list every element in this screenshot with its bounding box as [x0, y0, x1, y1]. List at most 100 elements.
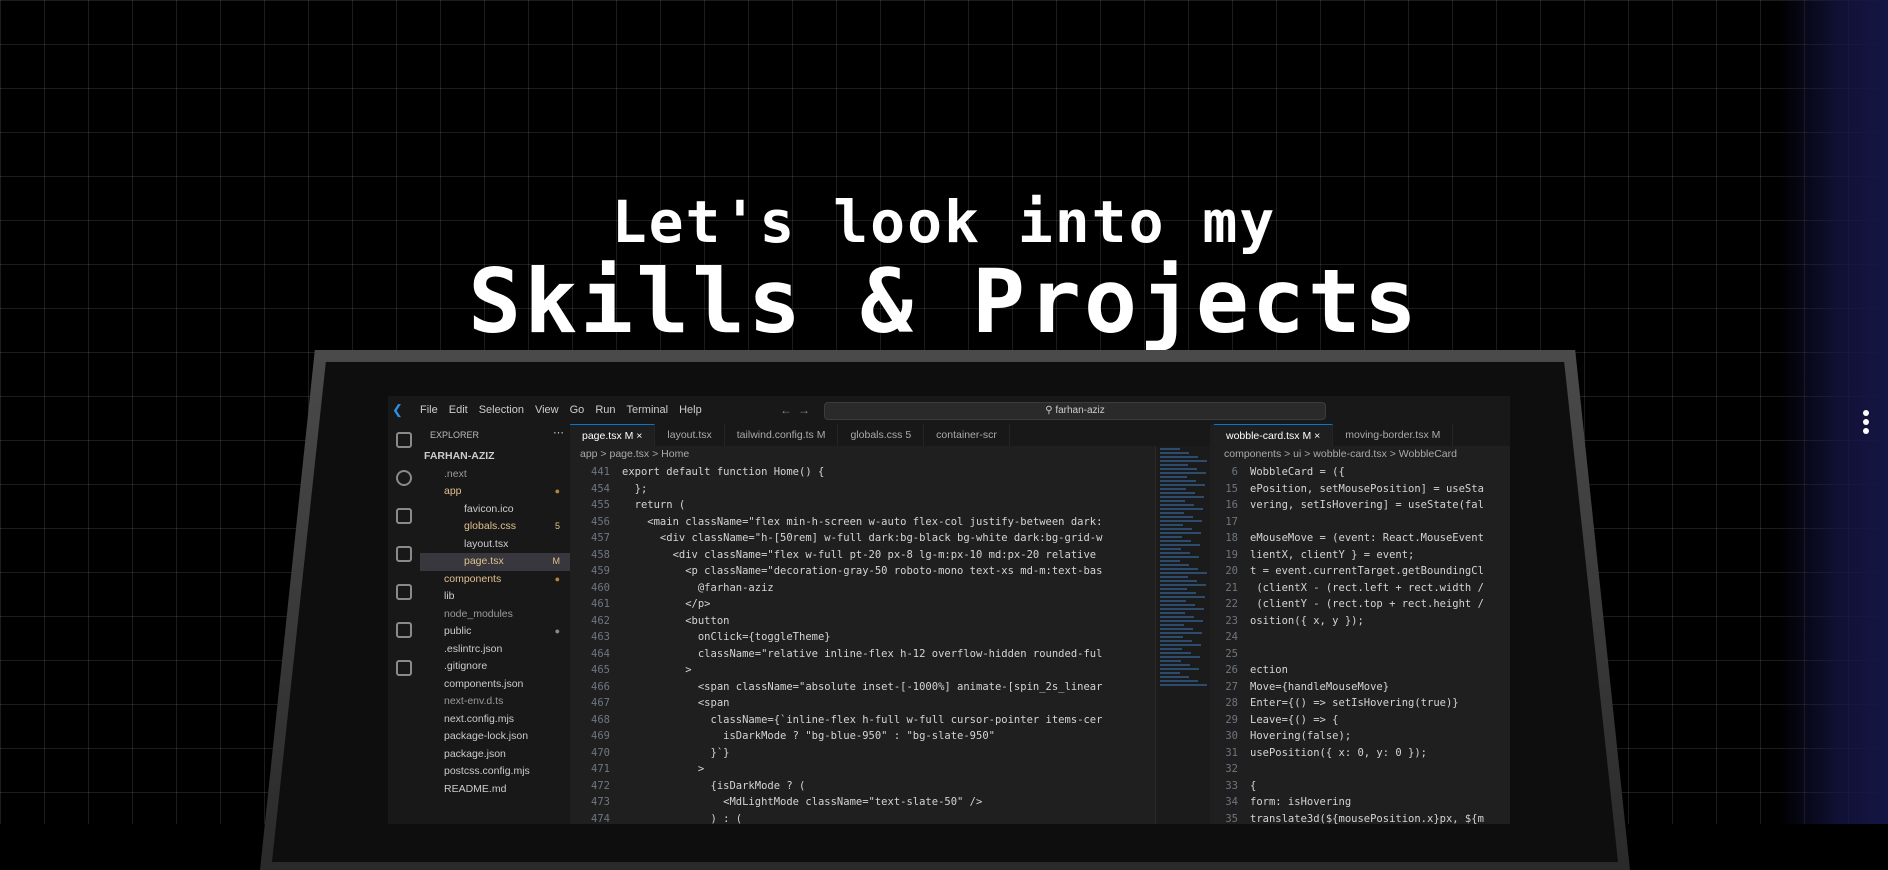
tree-item-label: .next: [444, 467, 467, 480]
line-number: 471: [591, 763, 610, 775]
minimap-line: [1160, 536, 1182, 538]
line-number: 29: [1225, 713, 1238, 726]
code-text: t = event.currentTarget.getBoundingCl: [1250, 565, 1484, 577]
menu-item[interactable]: Edit: [449, 404, 468, 416]
chat-icon[interactable]: [396, 660, 412, 676]
code-text: <button: [622, 614, 730, 627]
source-control-icon[interactable]: [396, 508, 412, 524]
code-text: (clientY - (rect.top + rect.height /: [1250, 598, 1484, 610]
tree-item-label: next-env.d.ts: [444, 695, 504, 707]
tree-item-label: app: [444, 485, 462, 497]
editor-right: wobble-card.tsx M × moving-border.tsx M c…: [1214, 424, 1510, 824]
editor-tab[interactable]: wobble-card.tsx M ×: [1214, 424, 1334, 447]
tree-item[interactable]: app ●: [420, 483, 570, 501]
explorer-panel: EXPLORER ⋯ FARHAN-AZIZ .next app ● favicon.i…: [420, 424, 571, 824]
code-text: usePosition({ x: 0, y: 0 });: [1250, 746, 1428, 759]
extensions-icon[interactable]: [396, 584, 412, 600]
minimap-line: [1160, 668, 1199, 670]
line-number: 22: [1225, 598, 1238, 610]
editor-tab[interactable]: layout.tsx: [655, 424, 725, 446]
line-number: 460: [591, 581, 610, 594]
minimap-line: [1160, 624, 1184, 626]
code-line: 474 ) : (: [570, 811, 1210, 825]
tree-item[interactable]: node_modules: [420, 606, 570, 624]
ellipsis-icon[interactable]: ⋯: [553, 426, 564, 439]
tree-item-label: components.json: [444, 677, 524, 690]
tree-item-label: favicon.ico: [464, 502, 514, 515]
right-code: 6 WobbleCard = ({15 ePosition, setMousePos…: [1214, 464, 1510, 824]
search-icon[interactable]: [396, 470, 412, 486]
editor-tab[interactable]: globals.css 5: [838, 424, 925, 446]
tree-item[interactable]: next.config.mjs: [420, 711, 570, 729]
code-text: }`}: [622, 746, 730, 759]
minimap-line: [1160, 648, 1182, 650]
tree-item[interactable]: components.json: [420, 676, 570, 694]
activity-bar: [388, 424, 420, 824]
menu-item[interactable]: View: [535, 404, 559, 416]
tree-item-badge: ●: [554, 626, 560, 636]
code-text: vering, setIsHovering] = useState(fal: [1250, 499, 1484, 511]
tree-item[interactable]: next-env.d.ts: [420, 693, 570, 711]
menu-item[interactable]: Go: [570, 404, 585, 416]
tree-item[interactable]: postcss.config.mjs: [420, 763, 570, 781]
tree-item-label: FARHAN-AZIZ: [424, 450, 495, 462]
code-line: 471 >: [570, 761, 1210, 778]
line-number: 30: [1225, 730, 1238, 742]
code-line: 6 WobbleCard = ({: [1214, 464, 1510, 481]
left-tab-bar: page.tsx M × layout.tsx tailwind.config.ts…: [570, 424, 1210, 447]
line-number: 467: [591, 697, 610, 709]
menu-item[interactable]: Help: [679, 404, 702, 416]
tree-item[interactable]: page.tsx M: [420, 553, 570, 571]
tree-item[interactable]: layout.tsx: [420, 536, 570, 554]
menu-item[interactable]: Run: [595, 404, 615, 416]
tree-item[interactable]: FARHAN-AZIZ: [420, 448, 570, 466]
tree-item[interactable]: .next: [420, 466, 570, 484]
line-number: 31: [1225, 746, 1238, 759]
editor-tab[interactable]: page.tsx M ×: [570, 424, 656, 447]
tree-item[interactable]: public ●: [420, 623, 570, 641]
code-text: (clientX - (rect.left + rect.width /: [1250, 581, 1484, 594]
line-number: 27: [1225, 680, 1238, 693]
tree-item[interactable]: package.json: [420, 746, 570, 764]
tree-item[interactable]: README.md: [420, 781, 570, 799]
minimap-line: [1160, 632, 1202, 634]
code-line: 23 osition({ x, y });: [1214, 613, 1510, 630]
vscode-logo-icon: ❮: [392, 402, 403, 417]
menu-item[interactable]: Selection: [479, 404, 524, 416]
editor-tab[interactable]: tailwind.config.ts M: [725, 424, 839, 446]
tree-item[interactable]: lib: [420, 588, 570, 606]
run-debug-icon[interactable]: [396, 546, 412, 562]
code-line: 29 Leave={() => {: [1214, 712, 1510, 729]
line-number: 470: [591, 746, 610, 759]
editor-tab[interactable]: container-scr: [924, 424, 1010, 446]
nx-icon[interactable]: [396, 622, 412, 638]
code-line: 463 onClick={toggleTheme}: [570, 629, 1210, 646]
command-search-input[interactable]: ⚲ farhan-aziz: [824, 402, 1326, 420]
back-forward-icon[interactable]: ←→: [780, 403, 816, 417]
menu-item[interactable]: File: [420, 404, 438, 416]
code-line: 32: [1214, 761, 1510, 778]
tree-item-label: lib: [444, 590, 455, 602]
code-text: {: [1250, 779, 1257, 792]
tree-item[interactable]: globals.css 5: [420, 518, 570, 536]
tree-item[interactable]: .eslintrc.json: [420, 641, 570, 659]
minimap-line: [1160, 516, 1193, 518]
minimap[interactable]: [1155, 446, 1210, 824]
tree-item-label: package-lock.json: [444, 730, 529, 742]
tree-item[interactable]: components ●: [420, 571, 570, 589]
code-line: 458 <div className="flex w-full pt-20 px…: [570, 547, 1210, 564]
tree-item[interactable]: package-lock.json: [420, 728, 570, 746]
tree-item[interactable]: favicon.ico: [420, 501, 570, 519]
tree-item[interactable]: .gitignore: [420, 658, 570, 676]
tree-item-label: components: [444, 572, 502, 585]
minimap-line: [1160, 540, 1191, 542]
menu-item[interactable]: Terminal: [627, 404, 669, 416]
tree-item-badge: M: [552, 556, 561, 566]
code-line: 441 export default function Home() {: [570, 464, 1210, 481]
line-number: 474: [591, 812, 610, 825]
editor-tab[interactable]: moving-border.tsx M: [1333, 424, 1454, 446]
minimap-line: [1160, 548, 1181, 550]
more-options-icon[interactable]: [1862, 410, 1870, 440]
line-number: 441: [591, 466, 610, 478]
files-icon[interactable]: [396, 432, 412, 448]
